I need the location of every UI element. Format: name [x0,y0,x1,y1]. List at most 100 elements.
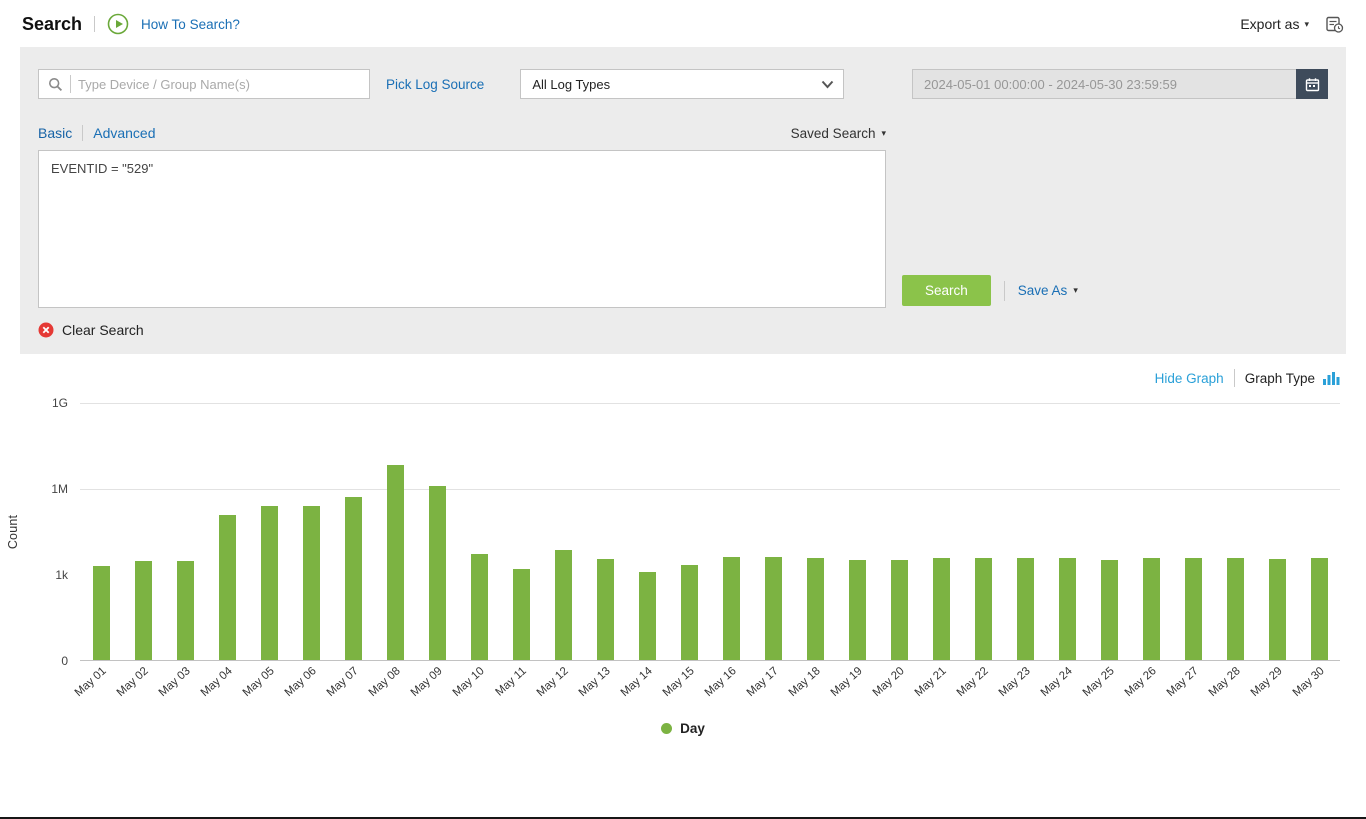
divider [1004,281,1005,301]
saved-search-dropdown[interactable]: Saved Search ▾ [791,126,886,141]
graph-toolbar: Hide Graph Graph Type [0,354,1366,391]
x-axis-labels: May 01May 02May 03May 04May 05May 06May … [80,661,1340,719]
chart-bar[interactable] [345,497,362,660]
clear-search-button[interactable]: Clear Search [38,322,144,338]
export-as-label: Export as [1240,16,1299,32]
video-play-icon[interactable] [107,13,129,35]
bar-slot [836,403,878,660]
date-range-input[interactable] [912,69,1296,99]
bar-slot [962,403,1004,660]
save-as-dropdown[interactable]: Save As ▾ [1018,283,1078,298]
chart-bar[interactable] [891,560,908,660]
bar-slot [1298,403,1340,660]
chart-bar[interactable] [555,550,572,660]
bar-slot [374,403,416,660]
bar-slots [80,403,1340,660]
graph-type-dropdown[interactable]: Graph Type [1245,371,1340,386]
tab-basic[interactable]: Basic [38,125,72,141]
bar-slot [500,403,542,660]
chart-bar[interactable] [765,557,782,660]
chart-bar[interactable] [1101,560,1118,660]
how-to-search-link[interactable]: How To Search? [141,17,240,32]
device-search-box [38,69,370,99]
chart-bar[interactable] [1185,558,1202,660]
x-slot: May 30 [1298,661,1340,719]
chart-bar[interactable] [93,566,110,660]
graph-type-label: Graph Type [1245,371,1315,386]
bar-slot [626,403,668,660]
chart-bar[interactable] [429,486,446,660]
chart-bar[interactable] [807,558,824,660]
chart-bar[interactable] [975,558,992,660]
chart-bar[interactable] [1017,558,1034,660]
bar-slot [1172,403,1214,660]
chart-bar[interactable] [1059,558,1076,660]
chart-bar[interactable] [177,561,194,660]
export-as-dropdown[interactable]: Export as ▾ [1240,16,1309,32]
chart-bar[interactable] [387,465,404,660]
device-input[interactable] [78,77,360,92]
chart-bar[interactable] [135,561,152,660]
bar-slot [668,403,710,660]
pick-log-source-link[interactable]: Pick Log Source [386,77,484,92]
bar-slot [794,403,836,660]
chart-bar[interactable] [261,506,278,660]
bar-slot [164,403,206,660]
saved-search-label: Saved Search [791,126,876,141]
log-type-select[interactable]: All Log Types [520,69,844,99]
clear-icon [38,322,54,338]
y-tick-label: 1k [55,568,68,582]
chevron-down-icon [811,70,843,98]
bar-slot [80,403,122,660]
chart-bar[interactable] [303,506,320,660]
calendar-icon [1305,77,1320,92]
search-button[interactable]: Search [902,275,991,306]
query-textarea[interactable]: EVENTID = "529" [38,150,886,308]
chart-legend: Day [0,721,1366,736]
chart-bar[interactable] [597,559,614,660]
caret-down-icon: ▾ [1304,20,1309,29]
bar-chart-icon [1322,371,1340,386]
y-axis-title: Count [6,515,20,549]
divider [82,125,83,141]
bar-slot [1214,403,1256,660]
bar-slot [710,403,752,660]
chart-bar[interactable] [513,569,530,660]
bar-slot [332,403,374,660]
bar-slot [752,403,794,660]
chart-bar[interactable] [219,515,236,660]
chart-bar[interactable] [681,565,698,660]
bar-slot [1046,403,1088,660]
calendar-button[interactable] [1296,69,1328,99]
bar-slot [122,403,164,660]
legend-label: Day [680,721,705,736]
caret-down-icon: ▾ [1073,286,1078,295]
y-axis: Count 01k1M1G [10,403,80,661]
chart-bar[interactable] [933,558,950,660]
clear-search-label: Clear Search [62,322,144,338]
bar-slot [248,403,290,660]
bar-slot [416,403,458,660]
chart-bar[interactable] [1143,558,1160,660]
chart-bar[interactable] [723,557,740,660]
chart-bar[interactable] [1227,558,1244,660]
chart-bar[interactable] [849,560,866,660]
bar-slot [1004,403,1046,660]
bar-chart: Count 01k1M1G May 01May 02May 03May 04Ma… [10,403,1340,719]
bar-slot [1130,403,1172,660]
chart-bar[interactable] [471,554,488,660]
hide-graph-link[interactable]: Hide Graph [1155,371,1224,386]
search-panel: Pick Log Source All Log Types [20,47,1346,354]
chart-bar[interactable] [1269,559,1286,660]
chart-bar[interactable] [639,572,656,660]
caret-down-icon: ▾ [881,129,886,138]
bar-slot [458,403,500,660]
y-tick-label: 0 [61,654,68,668]
chart-bar[interactable] [1311,558,1328,660]
bar-slot [878,403,920,660]
date-range-group [912,69,1328,99]
export-schedule-icon[interactable] [1325,15,1344,34]
graph-section: Hide Graph Graph Type Count 01k1M1G May … [0,354,1366,736]
tab-advanced[interactable]: Advanced [93,125,155,141]
page-title: Search [22,14,82,35]
